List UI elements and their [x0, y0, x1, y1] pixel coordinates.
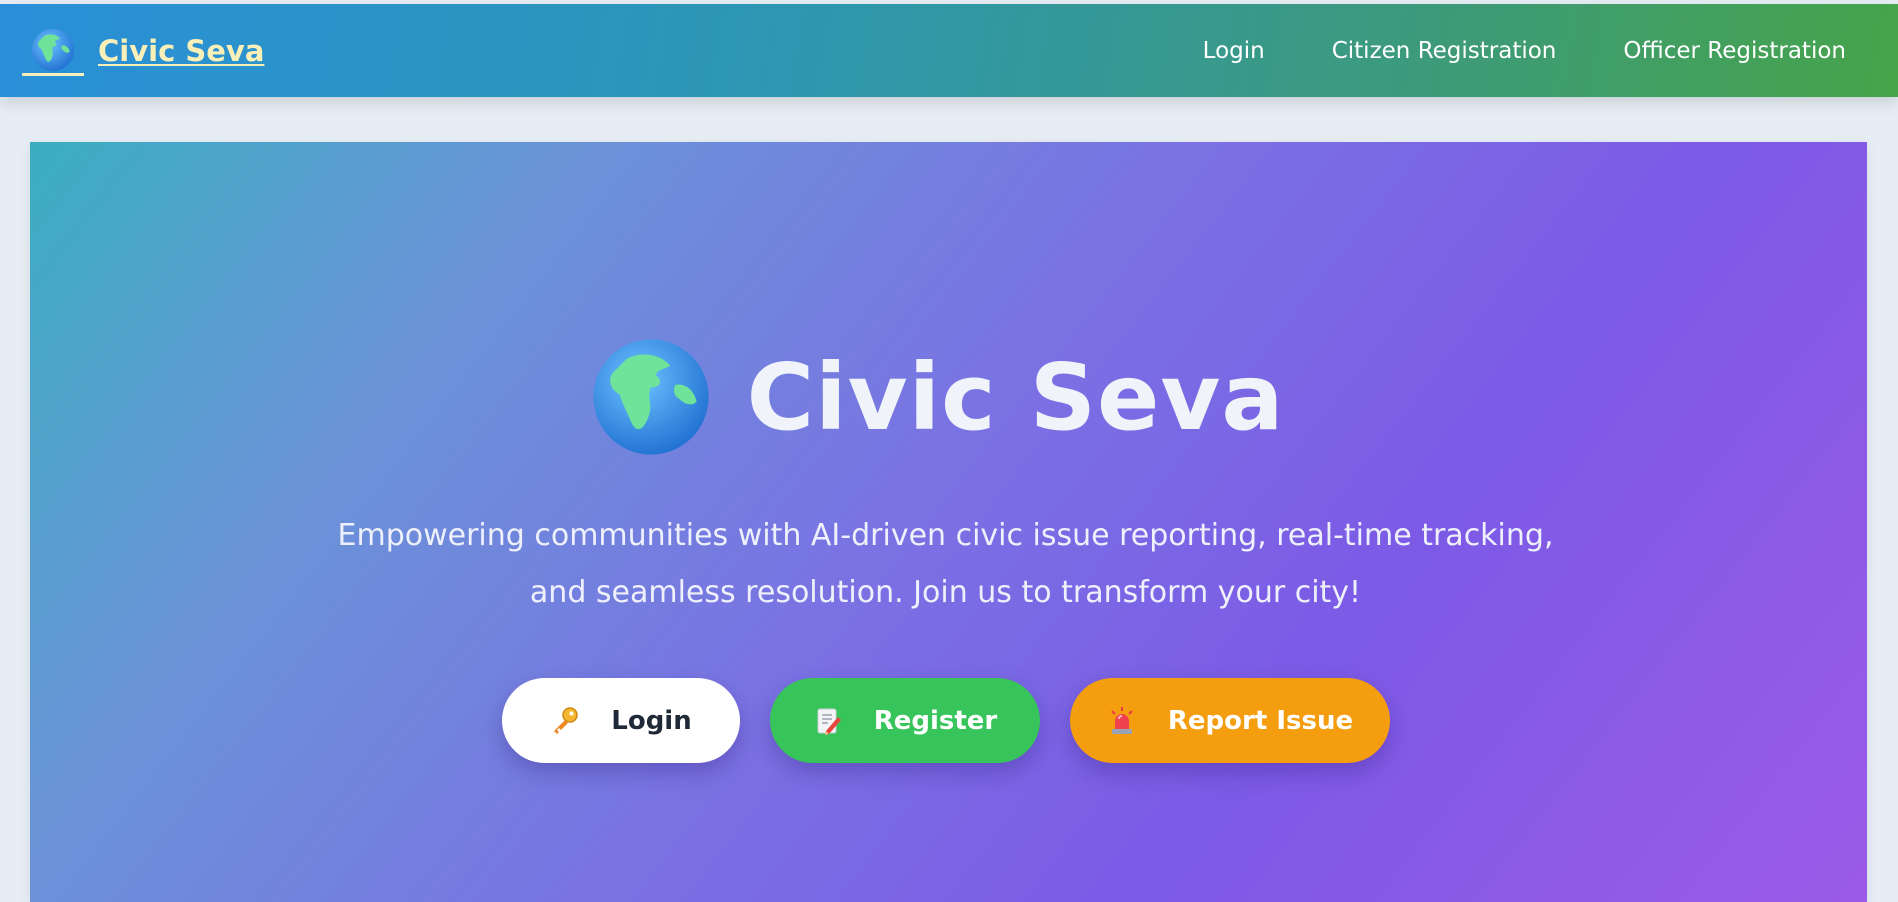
hero-actions: Login Register Report Issue [30, 678, 1867, 763]
login-button-label: Login [611, 705, 692, 736]
tagline-line-1: Empowering communities with AI-driven ci… [337, 518, 1554, 553]
hero-section: Civic Seva Empowering communities with A… [30, 142, 1867, 902]
hero-heading: Civic Seva [30, 337, 1867, 457]
brand-name: Civic Seva [98, 33, 265, 68]
report-issue-button[interactable]: Report Issue [1069, 678, 1390, 763]
login-button[interactable]: Login [501, 678, 740, 763]
globe-icon [591, 337, 711, 457]
siren-icon [1106, 705, 1138, 737]
nav-login-link[interactable]: Login [1203, 38, 1265, 64]
register-button-label: Register [873, 705, 998, 736]
nav-officer-registration-link[interactable]: Officer Registration [1623, 38, 1846, 64]
nav-links: Login Citizen Registration Officer Regis… [1203, 38, 1846, 64]
memo-icon [812, 705, 844, 737]
nav-citizen-registration-link[interactable]: Citizen Registration [1332, 38, 1557, 64]
globe-icon [22, 28, 84, 76]
brand-link[interactable]: Civic Seva [22, 28, 265, 76]
tagline-line-2: and seamless resolution. Join us to tran… [529, 575, 1362, 610]
hero-title: Civic Seva [746, 343, 1285, 451]
register-button[interactable]: Register [769, 678, 1040, 763]
hero-tagline: Empowering communities with AI-driven ci… [30, 507, 1867, 621]
top-navbar: Civic Seva Login Citizen Registration Of… [0, 4, 1898, 97]
report-issue-button-label: Report Issue [1167, 705, 1354, 736]
key-icon [549, 705, 581, 737]
